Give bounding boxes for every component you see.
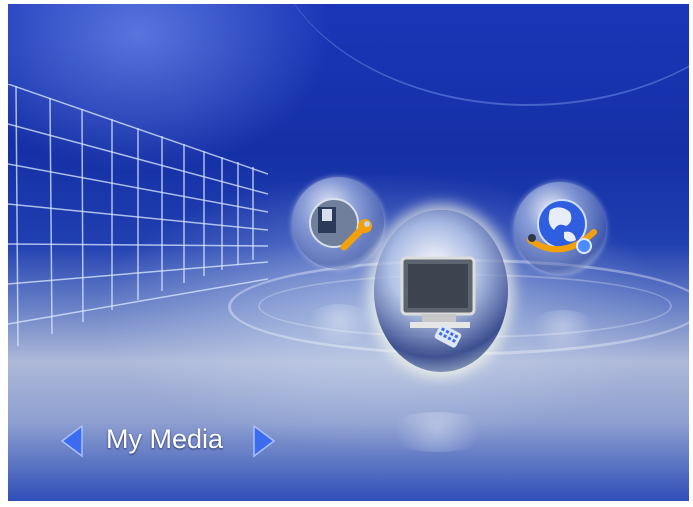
tv-monitor-icon — [400, 256, 476, 348]
setup-orb-reflection — [304, 304, 374, 344]
perspective-grid — [8, 84, 268, 347]
media-orb-reflection — [382, 412, 492, 452]
right-arrow-icon[interactable] — [252, 424, 276, 458]
setup-disk-wrench-icon — [309, 198, 372, 251]
globe-network-icon — [527, 199, 597, 254]
left-arrow-icon[interactable] — [60, 424, 84, 458]
my-media-orb-button[interactable] — [374, 210, 508, 372]
setup-orb-button[interactable] — [292, 177, 384, 269]
network-orb-button[interactable] — [514, 182, 606, 274]
network-orb-reflection — [528, 310, 598, 350]
menu-current-label: My Media — [106, 424, 224, 454]
media-player-screen: My Media — [8, 4, 689, 501]
